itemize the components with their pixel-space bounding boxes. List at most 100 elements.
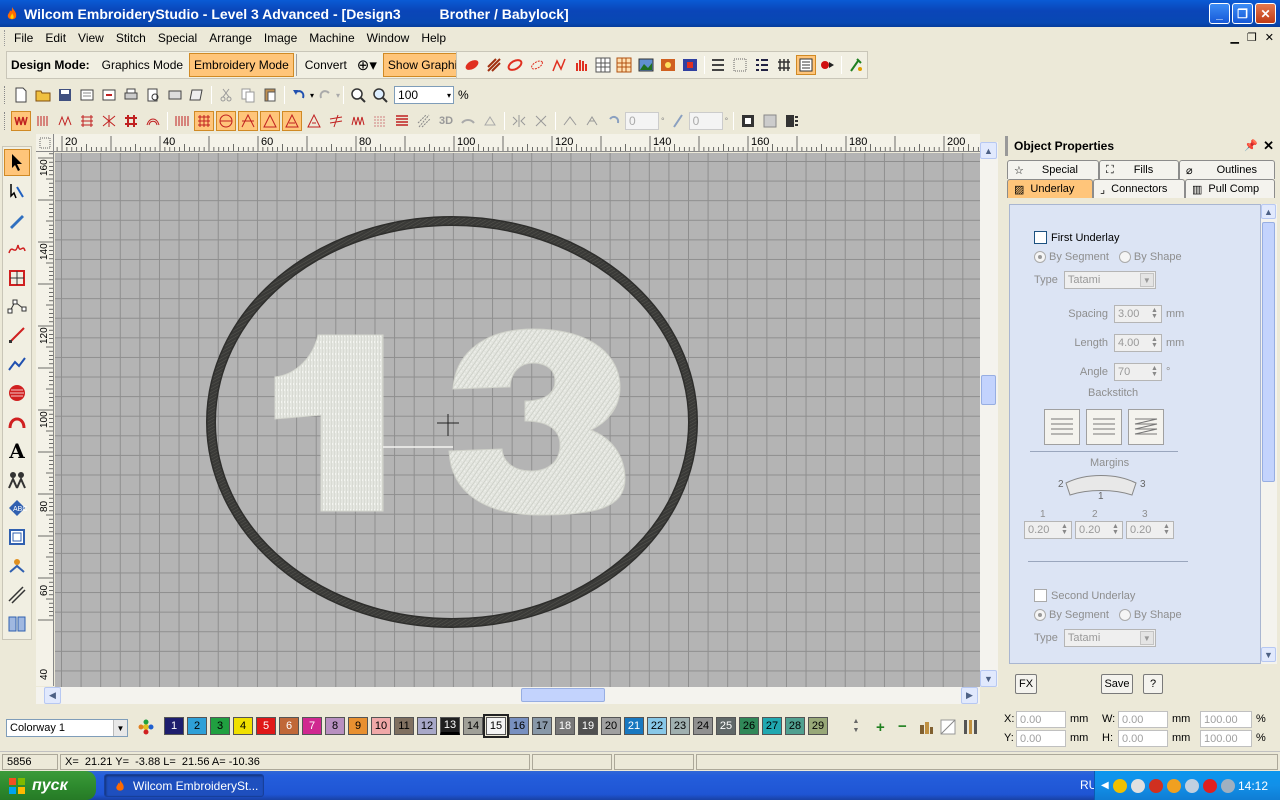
ungroup-icon[interactable] bbox=[782, 111, 802, 131]
color-swatch-23[interactable]: 23 bbox=[670, 717, 690, 735]
send-machine-icon[interactable] bbox=[165, 85, 185, 105]
menu-arrange[interactable]: Arrange bbox=[203, 31, 258, 45]
canvas-vertical-scrollbar[interactable]: ▲ ▼ bbox=[980, 142, 998, 687]
color-swatch-6[interactable]: 6 bbox=[279, 717, 299, 735]
tray-volume-icon[interactable] bbox=[1184, 778, 1199, 793]
skew-icon[interactable] bbox=[668, 111, 688, 131]
undo-icon[interactable] bbox=[289, 85, 309, 105]
node-tool-icon[interactable] bbox=[4, 293, 30, 320]
stitch-settings-icon[interactable] bbox=[709, 55, 729, 75]
color-swatch-26[interactable]: 26 bbox=[739, 717, 759, 735]
backstitch-option-2[interactable] bbox=[1086, 409, 1122, 445]
circle-fill-icon[interactable] bbox=[4, 380, 30, 407]
lock-object-icon[interactable] bbox=[738, 111, 758, 131]
pattern-fill-icon[interactable] bbox=[77, 111, 97, 131]
backstitch-option-3[interactable] bbox=[1128, 409, 1164, 445]
wizard-icon[interactable] bbox=[846, 55, 866, 75]
new-file-icon[interactable] bbox=[11, 85, 31, 105]
open-folder-icon[interactable] bbox=[33, 85, 53, 105]
color-swatch-29[interactable]: 29 bbox=[808, 717, 828, 735]
color-swatch-17[interactable]: 17 bbox=[532, 717, 552, 735]
convert-button[interactable]: Convert bbox=[295, 54, 351, 76]
taskbar-wilcom-item[interactable]: Wilcom EmbroiderySt... bbox=[104, 774, 264, 797]
color-swatch-9[interactable]: 9 bbox=[348, 717, 368, 735]
cut-icon[interactable] bbox=[216, 85, 236, 105]
tatami-fill-icon[interactable] bbox=[484, 55, 504, 75]
color-swatch-7[interactable]: 7 bbox=[302, 717, 322, 735]
help-button[interactable]: ? bbox=[1143, 674, 1163, 694]
w-percent-input[interactable]: 100.00 bbox=[1200, 711, 1252, 728]
color-swatch-5[interactable]: 5 bbox=[256, 717, 276, 735]
by-segment-radio[interactable] bbox=[1034, 251, 1046, 263]
by-shape-radio[interactable] bbox=[1118, 251, 1131, 263]
color-swatch-21[interactable]: 21 bbox=[624, 717, 644, 735]
vertical-scroll-thumb[interactable] bbox=[981, 375, 996, 405]
zoom-input[interactable]: 100 ▾ bbox=[394, 86, 455, 104]
zoom-icon[interactable] bbox=[370, 85, 390, 105]
freehand-pen-icon[interactable] bbox=[4, 207, 30, 234]
color-swatch-12[interactable]: 12 bbox=[417, 717, 437, 735]
clock[interactable]: 14:12 bbox=[1238, 779, 1268, 793]
globe-dropdown-icon[interactable]: ⊕▾ bbox=[353, 52, 381, 78]
scroll-down-button[interactable]: ▼ bbox=[980, 670, 997, 687]
menu-view[interactable]: View bbox=[72, 31, 110, 45]
design-canvas[interactable] bbox=[55, 153, 980, 687]
color-swatch-22[interactable]: 22 bbox=[647, 717, 667, 735]
menu-machine[interactable]: Machine bbox=[303, 31, 360, 45]
color-swatch-27[interactable]: 27 bbox=[762, 717, 782, 735]
margin-1-spinner[interactable]: 0.20 ▲ ▼ bbox=[1024, 521, 1072, 539]
effect-6-icon[interactable] bbox=[282, 111, 302, 131]
props-scroll-up-button[interactable]: ▲ bbox=[1261, 204, 1276, 219]
thread-chart-icon[interactable] bbox=[918, 719, 934, 735]
spacing-spinner[interactable]: 3.00 ▲ ▼ bbox=[1114, 305, 1162, 323]
lettering-icon[interactable]: A bbox=[4, 437, 30, 464]
color-swatch-15[interactable]: 15 bbox=[483, 714, 509, 738]
hand-stitch-icon[interactable] bbox=[571, 55, 591, 75]
margin-2-spinner[interactable]: 0.20 ▲ ▼ bbox=[1075, 521, 1123, 539]
color-swatch-20[interactable]: 20 bbox=[601, 717, 621, 735]
run-stitch-icon[interactable] bbox=[549, 55, 569, 75]
doc-restore-button[interactable]: ❐ bbox=[1247, 31, 1257, 44]
length-spinner[interactable]: 4.00 ▲ ▼ bbox=[1114, 334, 1162, 352]
x-input[interactable]: 0.00 bbox=[1016, 711, 1066, 728]
remove-color-icon[interactable]: − bbox=[898, 718, 907, 735]
palette-scroll[interactable]: ▲ ▼ bbox=[850, 717, 862, 737]
effect-2-icon[interactable] bbox=[194, 111, 214, 131]
menu-image[interactable]: Image bbox=[258, 31, 303, 45]
color-swatch-1[interactable]: 1 bbox=[164, 717, 184, 735]
effect-12-icon[interactable] bbox=[414, 111, 434, 131]
list-icon[interactable] bbox=[752, 55, 772, 75]
menu-window[interactable]: Window bbox=[361, 31, 416, 45]
color-swatch-11[interactable]: 11 bbox=[394, 717, 414, 735]
tab-connectors[interactable]: ⌟ Connectors bbox=[1093, 179, 1185, 198]
print-preview-icon[interactable] bbox=[143, 85, 163, 105]
menu-file[interactable]: File bbox=[8, 31, 39, 45]
dotted-grid-icon[interactable] bbox=[730, 55, 750, 75]
redo-icon[interactable] bbox=[315, 85, 335, 105]
undo-dropdown-icon[interactable]: ▾ bbox=[310, 91, 314, 100]
second-underlay-checkbox[interactable] bbox=[1034, 589, 1047, 602]
effect-10-icon[interactable] bbox=[370, 111, 390, 131]
tray-arrow-icon[interactable]: ◀ bbox=[1101, 780, 1109, 791]
w-input[interactable]: 0.00 bbox=[1118, 711, 1168, 728]
angle-spinner[interactable]: 70 ▲ ▼ bbox=[1114, 363, 1162, 381]
effect-5-icon[interactable] bbox=[260, 111, 280, 131]
save-disk-icon[interactable] bbox=[55, 85, 75, 105]
rotate-angle-input[interactable]: 0 bbox=[625, 112, 659, 130]
rotate-icon[interactable] bbox=[604, 111, 624, 131]
digitize-fill-icon[interactable] bbox=[4, 264, 30, 291]
tray-update-icon[interactable] bbox=[1166, 778, 1181, 793]
menu-help[interactable]: Help bbox=[415, 31, 452, 45]
skew-angle-input[interactable]: 0 bbox=[688, 112, 723, 130]
canvas-horizontal-scrollbar[interactable]: ◀ ▶ bbox=[36, 687, 980, 704]
effect-11-icon[interactable] bbox=[392, 111, 412, 131]
satin-leaf-icon[interactable] bbox=[462, 55, 482, 75]
copy-icon[interactable] bbox=[238, 85, 258, 105]
y-input[interactable]: 0.00 bbox=[1016, 730, 1066, 747]
start-button[interactable]: пуск bbox=[0, 771, 96, 800]
props-scroll-thumb[interactable] bbox=[1262, 222, 1275, 482]
effect-14-icon[interactable] bbox=[480, 111, 500, 131]
polyline-icon[interactable] bbox=[4, 351, 30, 378]
3d-icon[interactable]: 3D bbox=[436, 111, 456, 131]
scroll-right-button[interactable]: ▶ bbox=[961, 687, 978, 704]
